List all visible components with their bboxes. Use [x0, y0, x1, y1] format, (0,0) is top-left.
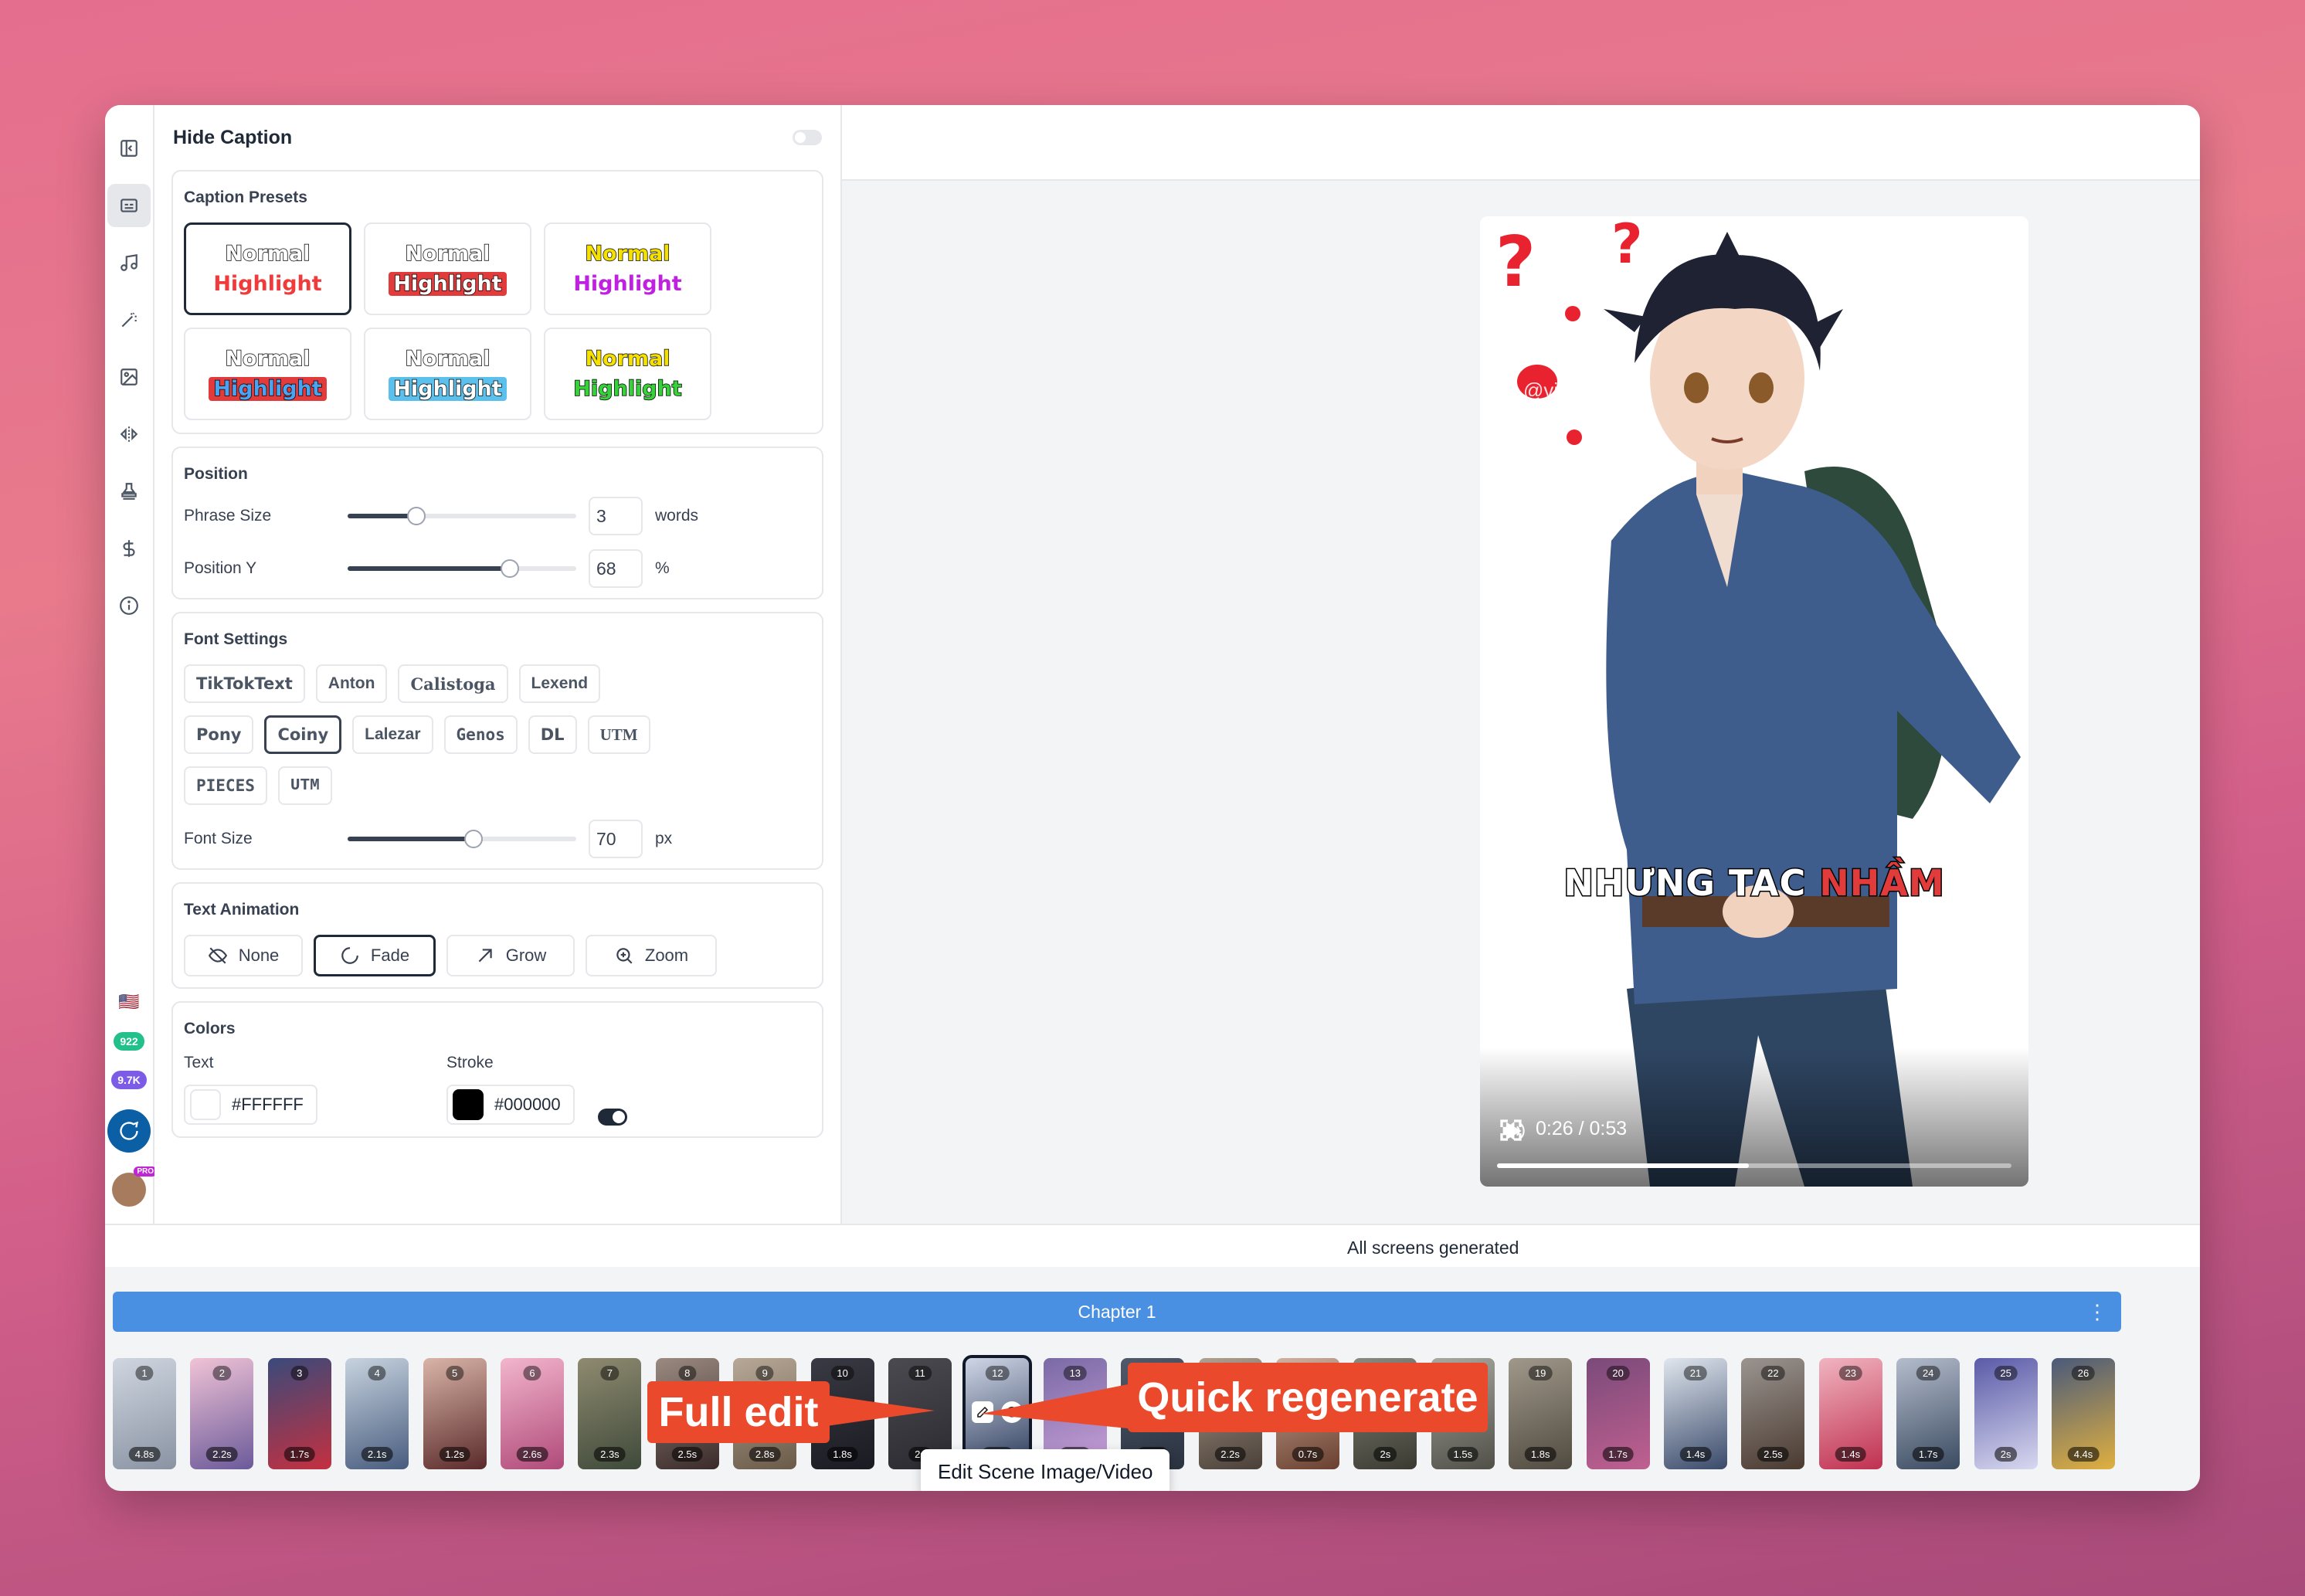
quick-regenerate-callout: Quick regenerate: [1128, 1363, 1488, 1432]
full-edit-callout: Full edit: [647, 1381, 830, 1443]
callout-arrows: [827, 1383, 1136, 1429]
